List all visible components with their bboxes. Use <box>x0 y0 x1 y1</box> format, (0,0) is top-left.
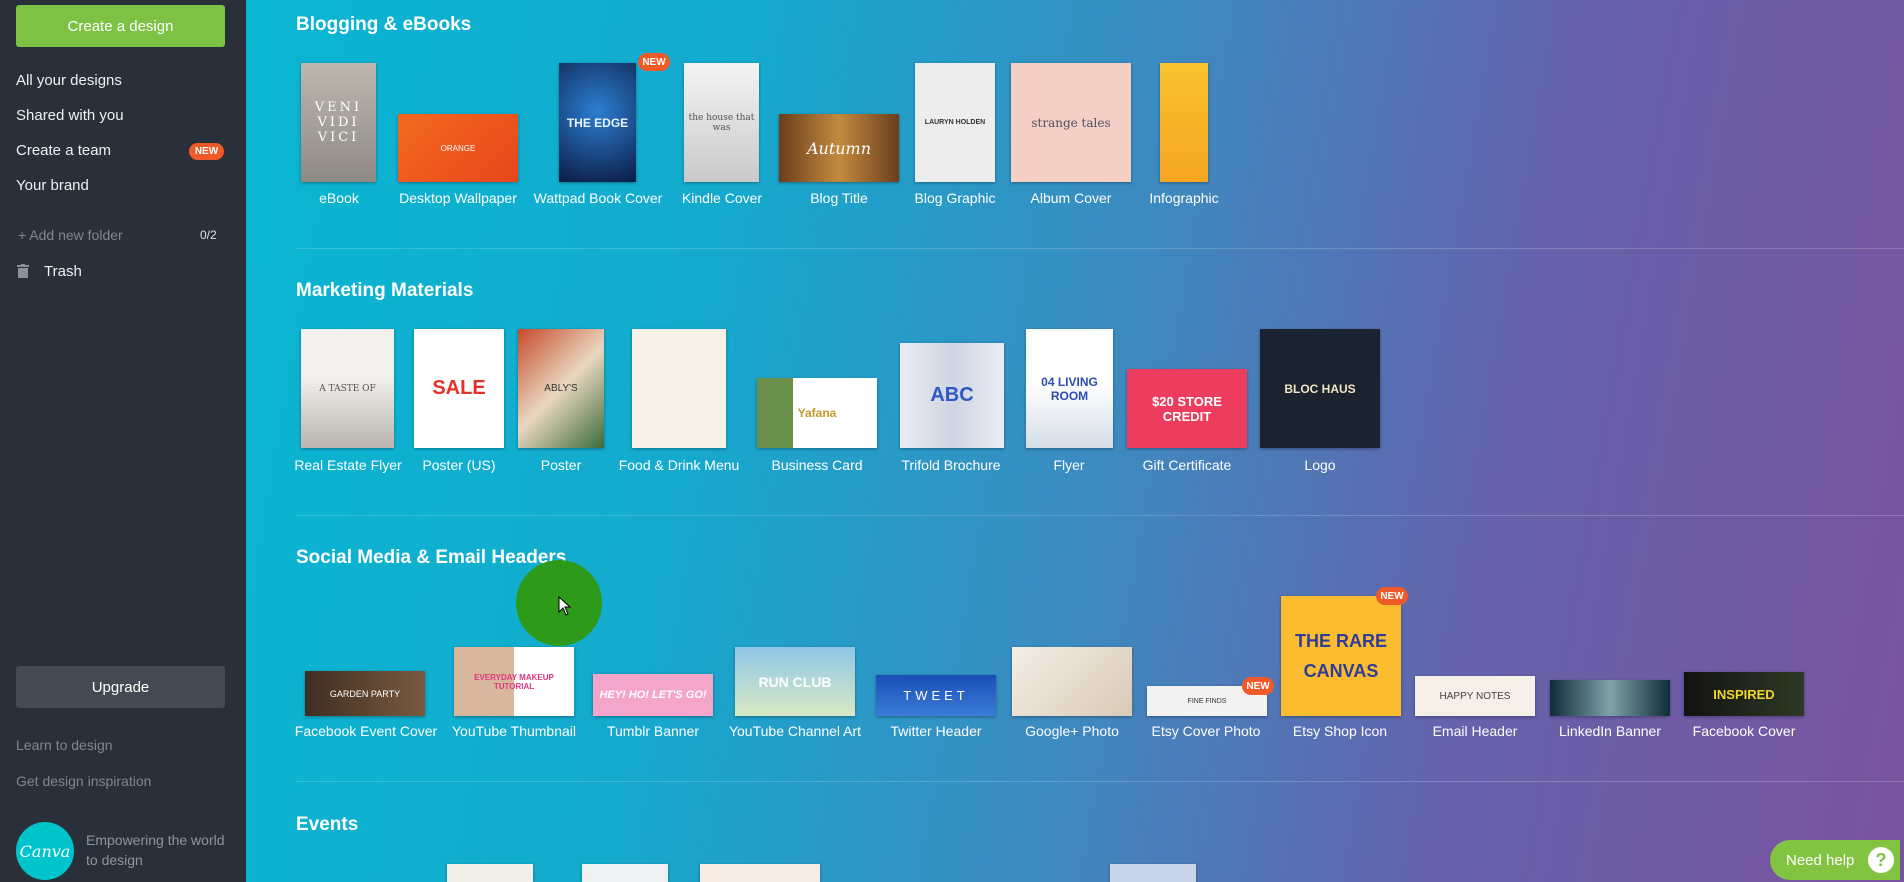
thumb-twitter-header[interactable]: TWEET <box>876 675 996 716</box>
new-badge: NEW <box>189 143 224 160</box>
thumb-facebook-cover[interactable]: INSPIRED <box>1684 672 1804 716</box>
thumb-etsy-shop-icon[interactable]: THE RARE CANVAS <box>1281 596 1401 716</box>
tagline: Empowering the world to design <box>86 832 225 868</box>
thumb-email-header[interactable]: HAPPY NOTES <box>1415 676 1535 716</box>
tile-label[interactable]: Wattpad Book Cover <box>534 190 663 206</box>
sidebar-item-all-designs[interactable]: All your designs <box>16 72 122 89</box>
tile-label[interactable]: YouTube Channel Art <box>729 723 861 739</box>
tile-label[interactable]: Blog Graphic <box>915 190 996 206</box>
tile-label[interactable]: Facebook Event Cover <box>295 723 437 739</box>
need-help-label: Need help <box>1786 851 1855 869</box>
thumb-tumblr-banner[interactable]: HEY! HO! LET'S GO! <box>593 674 713 716</box>
tile-label[interactable]: Trifold Brochure <box>901 457 1000 473</box>
section-title-marketing: Marketing Materials <box>296 280 474 301</box>
upgrade-button[interactable]: Upgrade <box>16 666 225 708</box>
need-help-button[interactable]: Need help ? <box>1770 840 1900 880</box>
tile-label[interactable]: Album Cover <box>1031 190 1112 206</box>
thumb-ebook[interactable]: VENI VIDI VICI <box>301 63 376 182</box>
thumb-gift-certificate[interactable]: $20 STORE CREDIT <box>1127 369 1247 448</box>
mouse-pointer-icon <box>558 596 572 616</box>
thumb-kindle-cover[interactable]: the house that was <box>684 63 759 182</box>
help-icon: ? <box>1868 847 1894 873</box>
create-design-button[interactable]: Create a design <box>16 5 225 47</box>
thumb-blog-title[interactable]: Autumn <box>779 114 899 182</box>
thumb-blog-graphic[interactable]: LAURYN HOLDEN <box>915 63 995 182</box>
tile-label[interactable]: Food & Drink Menu <box>619 457 740 473</box>
thumb-album-cover[interactable]: strange tales <box>1011 63 1131 182</box>
section-divider <box>296 781 1904 782</box>
tile-label[interactable]: Facebook Cover <box>1693 723 1796 739</box>
folder-count: 0/2 <box>200 228 217 242</box>
new-badge: NEW <box>638 53 670 71</box>
tile-label[interactable]: Logo <box>1304 457 1335 473</box>
thumb-linkedin-banner[interactable] <box>1550 680 1670 716</box>
design-templates-panel: Blogging & eBooks VENI VIDI VICI eBook O… <box>246 0 1904 882</box>
thumb-facebook-event-cover[interactable]: GARDEN PARTY <box>305 671 425 716</box>
tile-label[interactable]: eBook <box>319 190 359 206</box>
tile-label[interactable]: Kindle Cover <box>682 190 762 206</box>
section-title-events: Events <box>296 814 359 835</box>
thumb-youtube-channel-art[interactable]: RUN CLUB <box>735 647 855 716</box>
thumb-poster-us[interactable]: SALE <box>414 329 504 448</box>
section-divider <box>296 248 1904 249</box>
thumb-google-plus-photo[interactable] <box>1012 647 1132 716</box>
tile-label[interactable]: Business Card <box>771 457 862 473</box>
thumb-business-card[interactable]: Yafana <box>757 378 877 448</box>
canva-logo[interactable]: Canva <box>16 822 74 880</box>
tile-label[interactable]: Google+ Photo <box>1025 723 1119 739</box>
section-title-social-media: Social Media & Email Headers <box>296 547 567 568</box>
thumb-wattpad-cover[interactable]: THE EDGE <box>559 63 636 182</box>
thumb-event-1[interactable] <box>447 864 533 882</box>
tile-label[interactable]: Email Header <box>1433 723 1518 739</box>
thumb-youtube-thumbnail[interactable]: EVERYDAY MAKEUP TUTORIAL <box>454 647 574 716</box>
thumb-event-4[interactable] <box>1110 864 1196 882</box>
thumb-trifold-brochure[interactable]: ABC <box>900 343 1004 448</box>
tile-label[interactable]: Poster (US) <box>422 457 495 473</box>
section-divider <box>296 515 1904 516</box>
tile-label[interactable]: Real Estate Flyer <box>294 457 401 473</box>
thumb-event-3[interactable] <box>700 864 820 882</box>
tile-label[interactable]: Etsy Cover Photo <box>1152 723 1261 739</box>
sidebar: Create a design All your designs Shared … <box>0 0 246 882</box>
trash-icon <box>17 264 29 278</box>
tile-label[interactable]: Gift Certificate <box>1143 457 1232 473</box>
sidebar-item-trash[interactable]: Trash <box>44 263 82 280</box>
sidebar-item-create-team[interactable]: Create a team <box>16 142 111 159</box>
tile-label[interactable]: Twitter Header <box>890 723 981 739</box>
tile-label[interactable]: Poster <box>541 457 581 473</box>
thumb-real-estate-flyer[interactable]: A TASTE OF <box>301 329 394 448</box>
tile-label[interactable]: Tumblr Banner <box>607 723 699 739</box>
new-badge: NEW <box>1242 677 1274 695</box>
tile-label[interactable]: Infographic <box>1149 190 1218 206</box>
tile-label[interactable]: Blog Title <box>810 190 868 206</box>
thumb-infographic[interactable] <box>1160 63 1208 182</box>
tile-label[interactable]: Etsy Shop Icon <box>1293 723 1387 739</box>
sidebar-item-your-brand[interactable]: Your brand <box>16 177 89 194</box>
section-title-blogging: Blogging & eBooks <box>296 14 472 35</box>
tile-label[interactable]: LinkedIn Banner <box>1559 723 1661 739</box>
add-folder-link[interactable]: + Add new folder <box>18 227 123 243</box>
design-inspiration-link[interactable]: Get design inspiration <box>16 773 151 789</box>
new-badge: NEW <box>1376 587 1408 605</box>
sidebar-item-shared[interactable]: Shared with you <box>16 107 124 124</box>
thumb-flyer[interactable]: 04 LIVING ROOM <box>1026 329 1113 448</box>
learn-to-design-link[interactable]: Learn to design <box>16 737 113 753</box>
thumb-event-2[interactable] <box>582 864 668 882</box>
thumb-food-drink-menu[interactable] <box>632 329 726 448</box>
tile-label[interactable]: Flyer <box>1053 457 1084 473</box>
tile-label[interactable]: YouTube Thumbnail <box>452 723 576 739</box>
thumb-logo[interactable]: BLOC HAUS <box>1260 329 1380 448</box>
tile-label[interactable]: Desktop Wallpaper <box>399 190 517 206</box>
thumb-desktop-wallpaper[interactable]: ORANGE <box>398 114 518 182</box>
thumb-poster[interactable]: ABLY'S <box>518 329 604 448</box>
